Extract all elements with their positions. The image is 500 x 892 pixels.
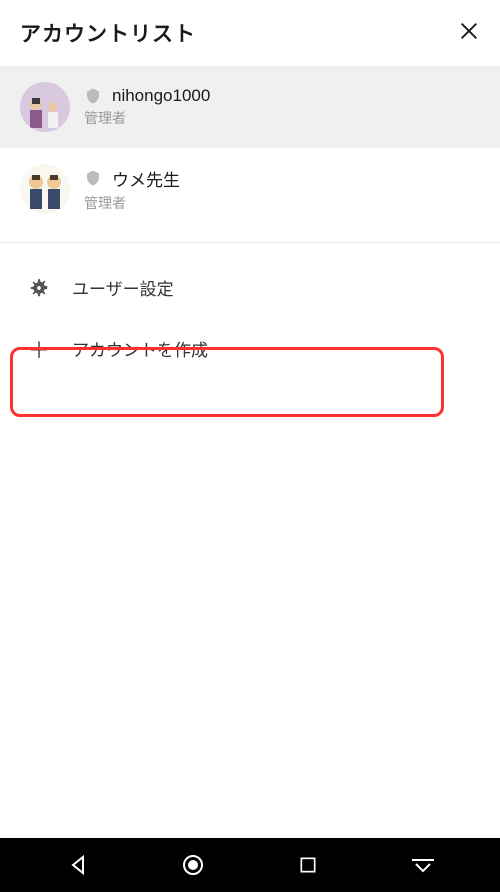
menu-section: ユーザー設定 ＋ アカウントを作成 bbox=[0, 243, 500, 379]
avatar bbox=[20, 164, 70, 214]
header: アカウントリスト bbox=[0, 0, 500, 66]
avatar bbox=[20, 82, 70, 132]
account-item-0[interactable]: nihongo1000 管理者 bbox=[0, 66, 500, 148]
account-name: nihongo1000 bbox=[112, 86, 210, 106]
account-info: nihongo1000 管理者 bbox=[84, 86, 210, 128]
account-row: nihongo1000 bbox=[84, 86, 210, 106]
account-row: ウメ先生 bbox=[84, 166, 180, 191]
home-button[interactable] bbox=[179, 851, 207, 879]
account-role: 管理者 bbox=[84, 193, 180, 213]
account-role: 管理者 bbox=[84, 108, 210, 128]
back-icon bbox=[66, 853, 90, 877]
shield-icon bbox=[84, 86, 102, 106]
account-item-1[interactable]: ウメ先生 管理者 bbox=[0, 148, 500, 230]
gear-icon bbox=[28, 277, 50, 299]
android-nav-bar bbox=[0, 838, 500, 892]
plus-icon: ＋ bbox=[28, 338, 50, 360]
recent-button[interactable] bbox=[294, 851, 322, 879]
menu-label: ユーザー設定 bbox=[72, 275, 174, 300]
account-name: ウメ先生 bbox=[112, 166, 180, 191]
home-icon bbox=[181, 853, 205, 877]
recent-icon bbox=[298, 855, 318, 875]
shield-icon bbox=[84, 168, 102, 188]
chevron-down-icon bbox=[410, 855, 436, 875]
close-icon bbox=[458, 20, 480, 42]
create-account-button[interactable]: ＋ アカウントを作成 bbox=[0, 318, 500, 379]
dropdown-button[interactable] bbox=[409, 851, 437, 879]
account-info: ウメ先生 管理者 bbox=[84, 166, 180, 213]
menu-label: アカウントを作成 bbox=[72, 336, 208, 361]
back-button[interactable] bbox=[64, 851, 92, 879]
close-button[interactable] bbox=[458, 20, 480, 46]
user-settings-button[interactable]: ユーザー設定 bbox=[0, 257, 500, 318]
page-title: アカウントリスト bbox=[20, 18, 196, 48]
